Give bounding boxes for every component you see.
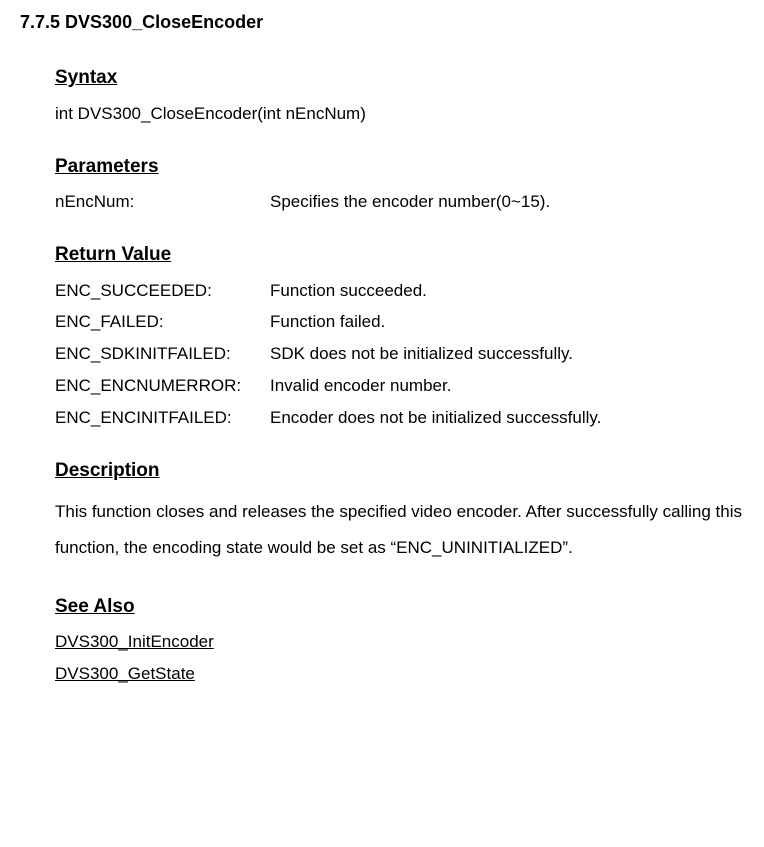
see-also-link[interactable]: DVS300_InitEncoder [55, 630, 744, 654]
return-term: ENC_SDKINITFAILED: [55, 342, 270, 366]
param-desc: Specifies the encoder number(0~15). [270, 190, 744, 214]
return-term: ENC_ENCINITFAILED: [55, 406, 270, 430]
see-also-link[interactable]: DVS300_GetState [55, 662, 744, 686]
syntax-heading: Syntax [55, 65, 744, 92]
description-heading: Description [55, 458, 744, 485]
see-also-heading: See Also [55, 594, 744, 621]
param-row: nEncNum: Specifies the encoder number(0~… [55, 190, 744, 214]
return-row: ENC_FAILED: Function failed. [55, 310, 744, 334]
return-row: ENC_ENCNUMERROR: Invalid encoder number. [55, 374, 744, 398]
return-term: ENC_FAILED: [55, 310, 270, 334]
return-row: ENC_SDKINITFAILED: SDK does not be initi… [55, 342, 744, 366]
return-row: ENC_ENCINITFAILED: Encoder does not be i… [55, 406, 744, 430]
section-title: 7.7.5 DVS300_CloseEncoder [20, 10, 744, 35]
return-term: ENC_SUCCEEDED: [55, 279, 270, 303]
parameters-heading: Parameters [55, 154, 744, 181]
param-term: nEncNum: [55, 190, 270, 214]
body-indent: Syntax int DVS300_CloseEncoder(int nEncN… [55, 65, 744, 686]
return-value-heading: Return Value [55, 242, 744, 269]
return-row: ENC_SUCCEEDED: Function succeeded. [55, 279, 744, 303]
syntax-code: int DVS300_CloseEncoder(int nEncNum) [55, 102, 744, 126]
return-desc: Function failed. [270, 310, 744, 334]
return-term: ENC_ENCNUMERROR: [55, 374, 270, 398]
return-desc: SDK does not be initialized successfully… [270, 342, 744, 366]
return-desc: Encoder does not be initialized successf… [270, 406, 744, 430]
description-text: This function closes and releases the sp… [55, 494, 744, 565]
return-desc: Function succeeded. [270, 279, 744, 303]
return-desc: Invalid encoder number. [270, 374, 744, 398]
